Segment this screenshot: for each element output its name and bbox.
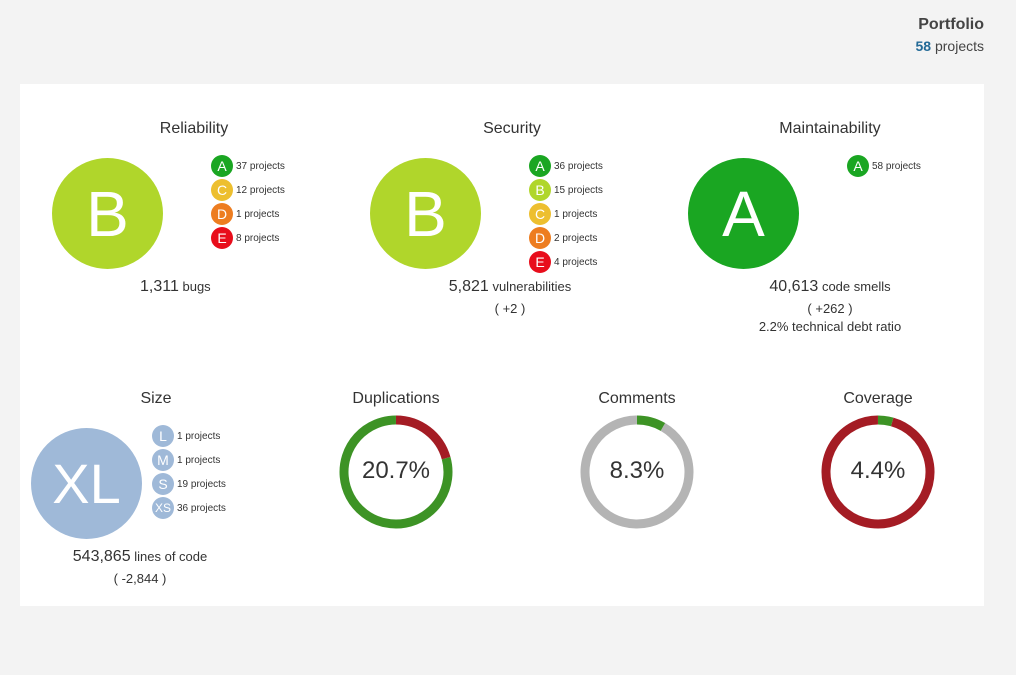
- security-metric[interactable]: 5,821 vulnerabilities: [360, 278, 660, 296]
- size-grade-badge[interactable]: S: [152, 473, 174, 495]
- comments-percent[interactable]: 8.3%: [579, 457, 695, 485]
- code-smells-delta: ( +262 ): [807, 301, 853, 316]
- security-breakdown: A 36 projects B 15 projects C 1 projects D 2 pr…: [529, 154, 603, 274]
- vulnerabilities-delta: ( +2 ): [494, 301, 526, 316]
- size-grade-count[interactable]: 19 projects: [177, 479, 226, 490]
- security-grade-badge[interactable]: E: [529, 251, 551, 273]
- size-title: Size: [140, 390, 172, 407]
- reliability-grade-count[interactable]: 1 projects: [236, 209, 279, 220]
- reliability-grade-badge[interactable]: D: [211, 203, 233, 225]
- comments-title: Comments: [598, 390, 676, 407]
- coverage-percent[interactable]: 4.4%: [820, 457, 936, 485]
- security-grade-count[interactable]: 1 projects: [554, 209, 597, 220]
- size-breakdown-item[interactable]: L1 projects: [152, 424, 226, 448]
- security-breakdown-item[interactable]: A 36 projects: [529, 154, 603, 178]
- portfolio-title: Portfolio: [918, 16, 984, 33]
- duplications-percent[interactable]: 20.7%: [338, 457, 454, 485]
- reliability-rating-circle[interactable]: B: [52, 158, 163, 269]
- comments-donut-value-arc: [636, 415, 666, 431]
- reliability-breakdown-item[interactable]: C 12 projects: [211, 178, 285, 202]
- size-breakdown-item[interactable]: XS 36 projects: [152, 496, 226, 520]
- security-grade-badge[interactable]: D: [529, 227, 551, 249]
- project-count-number[interactable]: 58: [916, 38, 932, 54]
- size-grade-badge[interactable]: M: [152, 449, 174, 471]
- lines-of-code-delta: ( -2,844 ): [113, 571, 167, 586]
- reliability-grade-badge[interactable]: A: [211, 155, 233, 177]
- maintainability-breakdown: A 58 projects: [847, 154, 921, 178]
- project-count-suffix: projects: [934, 38, 984, 54]
- size-breakdown: L1 projects M 1 projects S 19 projects XS 36 p…: [152, 424, 226, 520]
- technical-debt-ratio[interactable]: 2.2% technical debt ratio: [680, 319, 980, 334]
- security-rating-circle[interactable]: B: [370, 158, 481, 269]
- maintainability-rating-circle[interactable]: A: [688, 158, 799, 269]
- reliability-breakdown-item[interactable]: D1 projects: [211, 202, 285, 226]
- size-grade-badge[interactable]: L: [152, 425, 174, 447]
- security-breakdown-item[interactable]: E4 projects: [529, 250, 603, 274]
- maintainability-metric[interactable]: 40,613 code smells: [680, 278, 980, 296]
- size-breakdown-item[interactable]: M1 projects: [152, 448, 226, 472]
- lines-of-code-value[interactable]: 543,865: [73, 548, 131, 565]
- portfolio-dashboard-card: Reliability B A 37 projects C 12 projects D 1…: [20, 84, 984, 606]
- reliability-breakdown: A 37 projects C 12 projects D 1 projects E 8 pr…: [211, 154, 285, 250]
- reliability-grade-badge[interactable]: E: [211, 227, 233, 249]
- reliability-breakdown-item[interactable]: A 37 projects: [211, 154, 285, 178]
- security-breakdown-item[interactable]: B 15 projects: [529, 178, 603, 202]
- security-grade-count[interactable]: 36 projects: [554, 161, 603, 172]
- portfolio-project-count[interactable]: 58 projects: [916, 38, 985, 54]
- reliability-breakdown-item[interactable]: E8 projects: [211, 226, 285, 250]
- security-breakdown-item[interactable]: C1 projects: [529, 202, 603, 226]
- duplications-donut-value-arc: [395, 415, 451, 460]
- security-grade-badge[interactable]: A: [529, 155, 551, 177]
- coverage-donut-value-arc: [877, 415, 894, 427]
- lines-of-code-unit: lines of code: [134, 549, 208, 564]
- vulnerabilities-value[interactable]: 5,821: [449, 278, 489, 295]
- maintainability-grade-count[interactable]: 58 projects: [872, 161, 921, 172]
- security-grade-badge[interactable]: C: [529, 203, 551, 225]
- reliability-grade-count[interactable]: 8 projects: [236, 233, 279, 244]
- reliability-metric[interactable]: 1,311 bugs: [80, 278, 380, 296]
- maintainability-breakdown-item[interactable]: A 58 projects: [847, 154, 921, 178]
- maintainability-title: Maintainability: [779, 120, 881, 137]
- size-grade-count[interactable]: 1 projects: [177, 455, 220, 466]
- maintainability-grade-badge[interactable]: A: [847, 155, 869, 177]
- size-breakdown-item[interactable]: S 19 projects: [152, 472, 226, 496]
- size-grade-badge[interactable]: XS: [152, 497, 174, 519]
- vulnerabilities-unit: vulnerabilities: [492, 279, 572, 294]
- reliability-grade-count[interactable]: 37 projects: [236, 161, 285, 172]
- security-grade-count[interactable]: 15 projects: [554, 185, 603, 196]
- security-grade-count[interactable]: 2 projects: [554, 233, 597, 244]
- size-metric[interactable]: 543,865 lines of code: [20, 548, 260, 566]
- code-smells-value[interactable]: 40,613: [769, 278, 818, 295]
- size-grade-count[interactable]: 36 projects: [177, 503, 226, 514]
- size-grade-count[interactable]: 1 projects: [177, 431, 220, 442]
- security-grade-badge[interactable]: B: [529, 179, 551, 201]
- code-smells-unit: code smells: [821, 279, 891, 294]
- coverage-title: Coverage: [843, 390, 913, 407]
- duplications-title: Duplications: [352, 390, 440, 407]
- security-title: Security: [483, 120, 541, 137]
- security-breakdown-item[interactable]: D2 projects: [529, 226, 603, 250]
- reliability-grade-count[interactable]: 12 projects: [236, 185, 285, 196]
- portfolio-header: Portfolio 58 projects: [916, 16, 985, 54]
- reliability-grade-badge[interactable]: C: [211, 179, 233, 201]
- reliability-title: Reliability: [159, 120, 229, 137]
- size-rating-circle[interactable]: XL: [31, 428, 142, 539]
- bugs-value[interactable]: 1,311: [140, 278, 179, 295]
- bugs-unit: bugs: [182, 279, 211, 294]
- security-grade-count[interactable]: 4 projects: [554, 257, 597, 268]
